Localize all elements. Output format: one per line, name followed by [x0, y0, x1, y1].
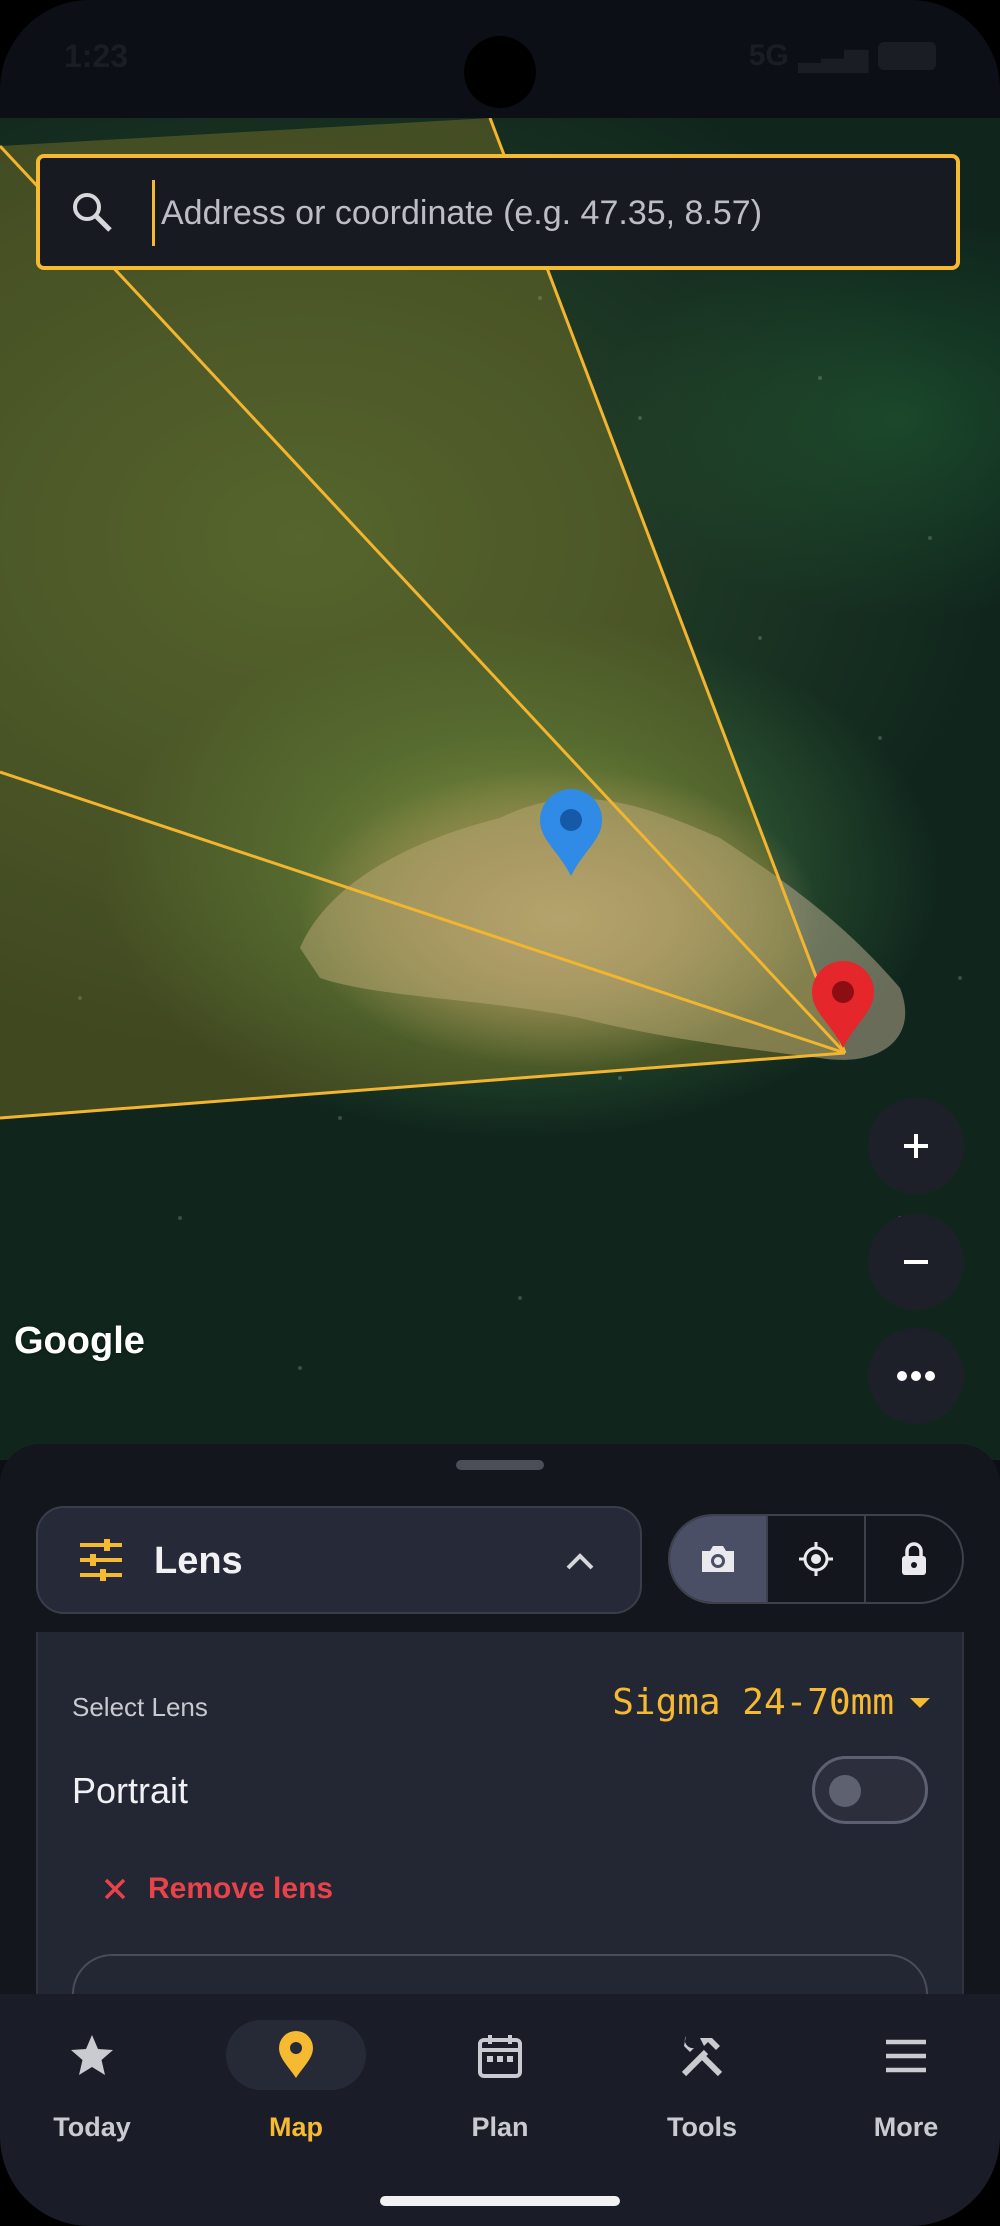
plus-icon: [904, 1134, 928, 1158]
lock-button[interactable]: [866, 1516, 962, 1602]
lens-dropdown[interactable]: Lens: [36, 1506, 642, 1614]
more-map-options-button[interactable]: [868, 1328, 964, 1424]
lens-panel: Select Lens Sigma 24-70mm Portrait Remov…: [36, 1632, 964, 2034]
portrait-toggle[interactable]: [812, 1756, 928, 1824]
sheet-drag-handle[interactable]: [456, 1460, 544, 1470]
close-icon: [104, 1878, 126, 1900]
select-lens-label: Select Lens: [72, 1692, 208, 1722]
status-bar: 1:23 5G ▂▃▅: [0, 0, 1000, 118]
lens-select[interactable]: Sigma 24-70mm: [612, 1682, 932, 1723]
home-indicator[interactable]: [380, 2196, 620, 2206]
mode-segmented-control: [668, 1514, 964, 1604]
google-attribution: Google: [14, 1320, 145, 1362]
camera-pin-icon[interactable]: [810, 960, 876, 1050]
subject-pin-icon[interactable]: [538, 788, 604, 878]
bottom-sheet: Lens Select Lens Sigma 24-70mm Portrait …: [0, 1444, 1000, 2034]
nav-item-map[interactable]: Map: [204, 2020, 384, 2142]
zoom-out-button[interactable]: [868, 1214, 964, 1310]
nav-item-more[interactable]: More: [814, 2020, 994, 2142]
nav-label-map: Map: [269, 2112, 323, 2142]
search-icon: [73, 193, 112, 232]
nav-item-plan[interactable]: Plan: [408, 2020, 588, 2142]
lock-icon: [902, 1542, 926, 1575]
network-label: 5G: [748, 38, 789, 72]
remove-lens-label: Remove lens: [148, 1872, 334, 1905]
sliders-icon: [80, 1539, 122, 1581]
minus-icon: [904, 1260, 928, 1264]
nav-label-plan: Plan: [471, 2112, 529, 2142]
tools-icon: [681, 2036, 723, 2077]
nav-label-tools: Tools: [667, 2112, 737, 2142]
remove-lens-button[interactable]: Remove lens: [102, 1872, 333, 1906]
nav-item-tools[interactable]: Tools: [610, 2020, 790, 2142]
camera-mode-button[interactable]: [670, 1516, 768, 1602]
portrait-label: Portrait: [72, 1770, 189, 1811]
star-icon: [71, 2035, 113, 2075]
signal-icon: ▂▃▅: [798, 39, 868, 72]
search-bar[interactable]: [36, 154, 960, 270]
menu-icon: [886, 2039, 926, 2073]
caret-down-icon: [910, 1697, 930, 1708]
status-indicators: 5G ▂▃▅: [749, 38, 936, 73]
ellipsis-icon: [897, 1371, 935, 1381]
field-of-view-overlay: [0, 118, 962, 1370]
target-mode-button[interactable]: [768, 1516, 866, 1602]
search-input[interactable]: [152, 180, 953, 246]
nav-label-more: More: [873, 2112, 939, 2142]
zoom-in-button[interactable]: [868, 1098, 964, 1194]
nav-item-today[interactable]: Today: [0, 2020, 180, 2142]
front-camera: [464, 36, 536, 108]
phone-screen: 1:23 5G ▂▃▅ Google Address or coordinate…: [0, 0, 1000, 2226]
chevron-up-icon: [566, 1553, 594, 1570]
dropdown-title: Lens: [154, 1540, 243, 1582]
toggle-knob: [829, 1775, 861, 1807]
lens-select-value: Sigma 24-70mm: [612, 1682, 894, 1723]
battery-icon: [878, 41, 936, 70]
nav-label-today: Today: [53, 2112, 131, 2142]
camera-icon: [702, 1546, 734, 1572]
map-pin-icon: [279, 2031, 313, 2078]
bottom-navigation: Today Map Plan Tools More: [0, 1994, 1000, 2226]
status-time: 1:23: [64, 38, 129, 74]
map-view[interactable]: Google: [0, 118, 1000, 1460]
target-icon: [799, 1542, 833, 1576]
calendar-icon: [478, 2035, 522, 2078]
